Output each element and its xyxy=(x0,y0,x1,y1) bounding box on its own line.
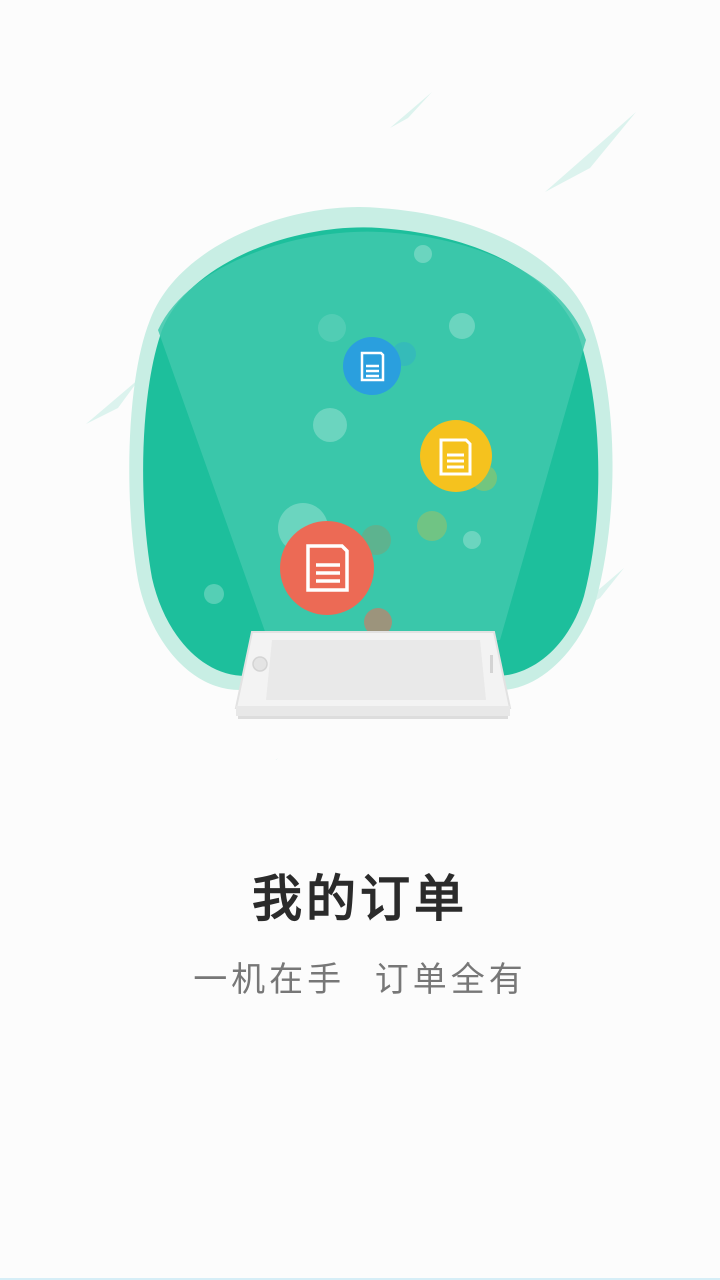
document-icon-blue xyxy=(343,337,401,395)
orders-illustration xyxy=(86,92,636,760)
bubble xyxy=(414,245,432,263)
leaf-shape xyxy=(390,92,432,128)
bubble xyxy=(417,511,447,541)
bubble xyxy=(318,314,346,342)
document-icon-yellow xyxy=(420,420,492,492)
page-title: 我的订单 xyxy=(252,870,468,928)
phone-illustration xyxy=(234,631,512,719)
bubble xyxy=(449,313,475,339)
page-subtitle: 一机在手 订单全有 xyxy=(193,960,527,1000)
onboarding-screen: 我的订单 一机在手 订单全有 xyxy=(0,0,720,1280)
bubble xyxy=(463,531,481,549)
bubble xyxy=(204,584,224,604)
leaf-shape xyxy=(545,112,636,192)
bubble xyxy=(313,408,347,442)
leaf-shape xyxy=(275,758,278,760)
document-icon-red xyxy=(280,521,374,615)
